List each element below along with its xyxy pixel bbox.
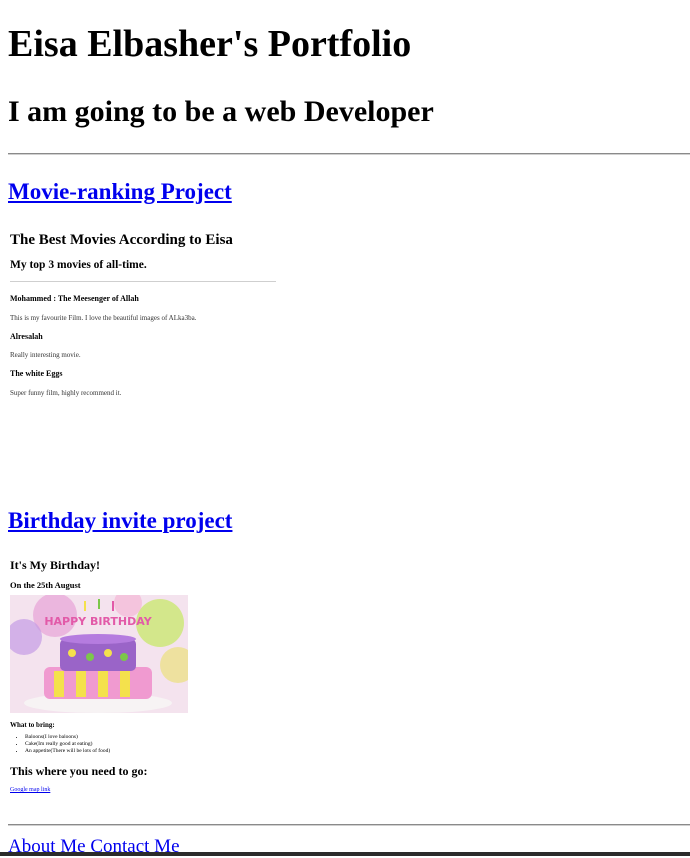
- birthday-date: On the 25th August: [10, 580, 81, 590]
- page-subtitle: I am going to be a web Developer: [8, 95, 434, 128]
- location-heading: This where you need to go:: [10, 764, 148, 778]
- birthday-invite-frame[interactable]: It's My Birthday! On the 25th August HAP…: [8, 558, 308, 808]
- movie-frame-subheading: My top 3 movies of all-time.: [10, 259, 147, 271]
- birthday-heading: It's My Birthday!: [10, 558, 100, 572]
- cake-topper-label: HAPPY BIRTHDAY: [44, 615, 152, 628]
- movie-frame-divider: [10, 281, 276, 282]
- list-item: Cake(Im really good at eating): [25, 741, 110, 748]
- what-to-bring-list: Baloons(I love baloons) Cake(Im really g…: [10, 734, 110, 755]
- horizontal-scrollbar[interactable]: [0, 852, 690, 856]
- google-map-link[interactable]: Google map link: [10, 787, 50, 793]
- page-title: Eisa Elbasher's Portfolio: [8, 23, 412, 65]
- movie-ranking-project-link[interactable]: Movie-ranking Project: [8, 178, 232, 206]
- movie-title: Alresalah: [10, 332, 43, 341]
- movie-title: The white Eggs: [10, 369, 63, 378]
- list-item: An appetite(There will be lots of food): [25, 748, 110, 755]
- movie-description: This is my favourite Film. I love the be…: [10, 314, 197, 322]
- header-divider: [8, 153, 690, 155]
- movie-description: Super funny film, highly recommend it.: [10, 389, 122, 397]
- movie-description: Really interesting movie.: [10, 351, 81, 359]
- cake-topper-text: HAPPY BIRTHDAY: [44, 615, 152, 628]
- movie-ranking-frame[interactable]: The Best Movies According to Eisa My top…: [8, 232, 283, 482]
- birthday-invite-project-link[interactable]: Birthday invite project: [8, 507, 232, 535]
- footer-divider: [8, 824, 690, 826]
- birthday-cake-image: HAPPY BIRTHDAY: [10, 595, 188, 713]
- list-item: Baloons(I love baloons): [25, 734, 110, 741]
- movie-title: Mohammed : The Meesenger of Allah: [10, 294, 139, 303]
- what-to-bring-label: What to bring:: [10, 721, 55, 729]
- movie-frame-heading: The Best Movies According to Eisa: [10, 232, 233, 248]
